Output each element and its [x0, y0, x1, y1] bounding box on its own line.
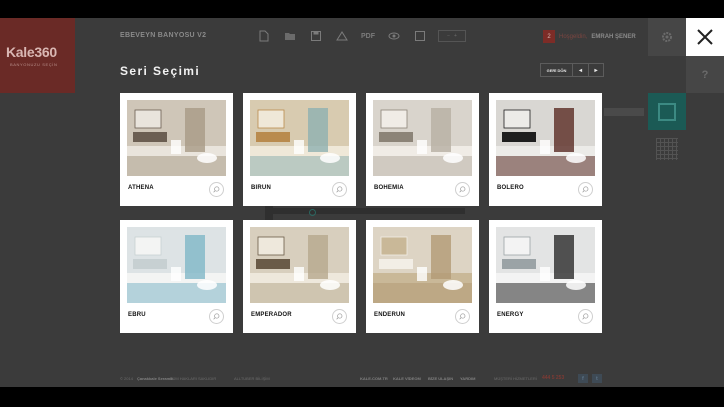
user-greeting: Hoşgeldin,	[559, 33, 588, 40]
zoom-preview-button[interactable]	[578, 309, 593, 324]
modal-title: Seri Seçimi	[120, 64, 201, 78]
floor-plan-icon	[658, 102, 676, 121]
series-grid: ATHENA BIRUN BOHEMIA BOLERO EBRU EMPERADOR END…	[120, 93, 602, 333]
gear-icon	[662, 32, 672, 42]
zoom-out-icon[interactable]: −	[447, 33, 450, 39]
footer-link-kale[interactable]: KALE.COM.TR	[360, 376, 388, 381]
series-name: EMPERADOR	[251, 312, 292, 318]
footer-developer[interactable]: ALLTUBER BİLİŞİM	[234, 376, 270, 381]
series-thumbnail[interactable]	[496, 227, 595, 303]
zoom-preview-button[interactable]	[332, 309, 347, 324]
twitter-icon[interactable]: t	[592, 374, 602, 383]
zoom-control[interactable]: − +	[438, 30, 466, 42]
zoom-preview-button[interactable]	[455, 309, 470, 324]
zoom-in-icon[interactable]: +	[454, 33, 457, 39]
close-icon	[697, 29, 713, 45]
user-info[interactable]: 2 Hoşgeldin, EMRAH ŞENER	[543, 30, 636, 43]
notification-badge[interactable]: 2	[543, 30, 555, 43]
user-name: EMRAH ŞENER	[591, 33, 636, 40]
search-icon	[582, 186, 589, 193]
footer-phone: 444 5 253	[542, 375, 565, 381]
folder-icon[interactable]	[282, 29, 298, 43]
footer-rights: TÜM HAKLARI SAKLIDIR	[170, 376, 217, 381]
footer-company[interactable]: Çanakkale Seramik	[137, 376, 173, 381]
close-button[interactable]	[686, 18, 724, 56]
zoom-preview-button[interactable]	[209, 309, 224, 324]
footer-copyright: © 2014	[120, 376, 133, 381]
3d-view-icon[interactable]	[334, 29, 350, 43]
series-card[interactable]: BOHEMIA	[366, 93, 479, 206]
footer-service-label: MÜŞTERİ HİZMETLERİ	[494, 376, 537, 381]
series-card[interactable]: ATHENA	[120, 93, 233, 206]
footer-link-contact[interactable]: BİZE ULAŞIN	[428, 376, 453, 381]
screen-frame: Kale360 BANYONUZU SEÇİN EBEVEYN BANYOSU …	[0, 0, 724, 407]
search-icon	[582, 313, 589, 320]
settings-button[interactable]	[648, 18, 686, 56]
zoom-preview-button[interactable]	[455, 182, 470, 197]
zoom-preview-button[interactable]	[578, 182, 593, 197]
search-icon	[336, 186, 343, 193]
series-card[interactable]: ENERGY	[489, 220, 602, 333]
series-thumbnail[interactable]	[250, 100, 349, 176]
logo-brand: Kale360	[6, 44, 57, 60]
zoom-preview-button[interactable]	[332, 182, 347, 197]
footer-link-help[interactable]: YARDIM	[460, 376, 475, 381]
series-thumbnail[interactable]	[373, 100, 472, 176]
zoom-preview-button[interactable]	[209, 182, 224, 197]
search-icon	[459, 186, 466, 193]
new-file-icon[interactable]	[256, 29, 272, 43]
kale-logo[interactable]: Kale360 BANYONUZU SEÇİN	[0, 18, 75, 93]
back-button[interactable]: GERİ DÖN	[541, 64, 573, 76]
next-page-button[interactable]: ▸	[588, 64, 603, 76]
series-card[interactable]: BIRUN	[243, 93, 356, 206]
series-card[interactable]: EBRU	[120, 220, 233, 333]
series-thumbnail[interactable]	[496, 100, 595, 176]
toolbar: PDF − +	[256, 29, 466, 43]
project-title: EBEVEYN BANYOSU V2	[120, 32, 207, 39]
series-name: BOLERO	[497, 185, 524, 191]
eye-icon[interactable]	[386, 29, 402, 43]
series-name: EBRU	[128, 312, 146, 318]
footer-link-video[interactable]: KALE VİDEOM	[393, 376, 421, 381]
footer: © 2014 Çanakkale Seramik TÜM HAKLARI SAK…	[0, 374, 724, 387]
logo-tagline: BANYONUZU SEÇİN	[10, 62, 58, 67]
series-name: ENERGY	[497, 312, 524, 318]
series-name: BOHEMIA	[374, 185, 404, 191]
series-name: ENDERUN	[374, 312, 406, 318]
series-card[interactable]: BOLERO	[489, 93, 602, 206]
search-icon	[213, 186, 220, 193]
series-card[interactable]: EMPERADOR	[243, 220, 356, 333]
prev-page-button[interactable]: ◂	[573, 64, 588, 76]
series-thumbnail[interactable]	[250, 227, 349, 303]
floor-plan-button[interactable]	[648, 93, 686, 130]
pagination-controls: GERİ DÖN ◂ ▸	[540, 63, 604, 77]
series-card[interactable]: ENDERUN	[366, 220, 479, 333]
series-name: BIRUN	[251, 185, 271, 191]
series-name: ATHENA	[128, 185, 154, 191]
help-button[interactable]: ?	[686, 56, 724, 93]
search-icon	[459, 313, 466, 320]
app-window: Kale360 BANYONUZU SEÇİN EBEVEYN BANYOSU …	[0, 18, 724, 387]
series-thumbnail[interactable]	[373, 227, 472, 303]
fullscreen-icon[interactable]	[412, 29, 428, 43]
pdf-export[interactable]: PDF	[360, 29, 376, 43]
facebook-icon[interactable]: f	[578, 374, 588, 383]
series-thumbnail[interactable]	[127, 100, 226, 176]
search-icon	[336, 313, 343, 320]
search-icon	[213, 313, 220, 320]
side-tab	[604, 108, 644, 116]
series-thumbnail[interactable]	[127, 227, 226, 303]
grid-view-icon[interactable]	[656, 138, 678, 160]
save-icon[interactable]	[308, 29, 324, 43]
